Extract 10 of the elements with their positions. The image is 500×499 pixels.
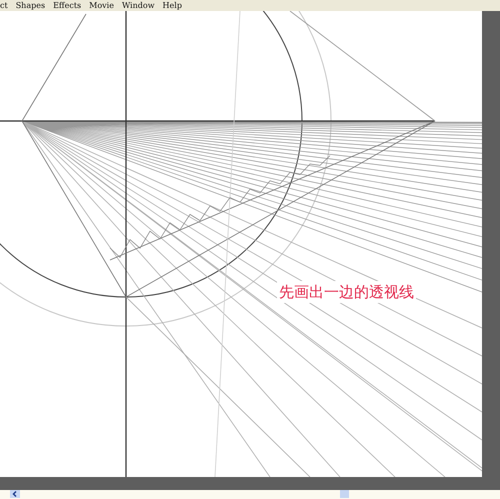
menu-item[interactable]: Effects (53, 0, 82, 10)
horizontal-scrollbar[interactable] (0, 490, 500, 499)
menu-item[interactable]: Shapes (16, 0, 46, 10)
scrollbar-thumb[interactable] (340, 490, 349, 498)
menu-item[interactable]: Movie (89, 0, 114, 10)
menu-item[interactable]: Help (162, 0, 182, 10)
menu-item[interactable]: Window (122, 0, 155, 10)
menu-item[interactable]: ct (0, 0, 8, 10)
scroll-left-icon[interactable] (10, 490, 20, 498)
annotation-text: 先画出一边的透视线 (279, 283, 414, 301)
